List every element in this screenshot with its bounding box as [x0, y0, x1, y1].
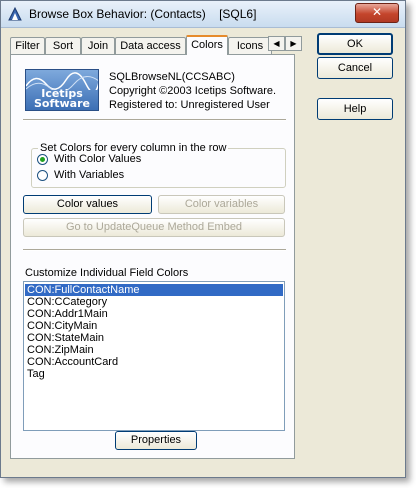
- tab-icons[interactable]: Icons: [228, 37, 272, 55]
- cancel-button[interactable]: Cancel: [317, 57, 393, 79]
- list-item[interactable]: CON:ZipMain: [25, 344, 283, 356]
- list-item[interactable]: CON:Addr1Main: [25, 308, 283, 320]
- icetips-logo: Icetips Software: [25, 69, 99, 111]
- help-button[interactable]: Help: [317, 98, 393, 120]
- field-colors-label: Customize Individual Field Colors: [25, 267, 189, 279]
- copyright-text: Copyright ©2003 Icetips Software.: [109, 85, 277, 97]
- tab-scroll-arrows: ◀ ▶: [268, 36, 302, 51]
- title-bar[interactable]: Browse Box Behavior: (Contacts) [SQL6] ✕: [1, 1, 405, 28]
- colors-tab-panel: Icetips Software SQLBrowseNL(CCSABC) Cop…: [10, 54, 295, 459]
- radio-with-variables[interactable]: With Variables: [37, 168, 124, 182]
- ok-button[interactable]: OK: [317, 33, 393, 55]
- app-icon: [8, 6, 22, 21]
- tab-sort[interactable]: Sort: [45, 37, 81, 55]
- tab-strip: Filter Sort Join Data access Colors Icon…: [10, 35, 305, 55]
- list-item[interactable]: CON:StateMain: [25, 332, 283, 344]
- properties-button[interactable]: Properties: [115, 431, 197, 450]
- field-colors-listbox[interactable]: CON:FullContactName CON:CCategory CON:Ad…: [23, 281, 285, 431]
- list-item[interactable]: CON:AccountCard: [25, 356, 283, 368]
- tab-label: Data access: [120, 40, 181, 52]
- separator: [23, 119, 286, 121]
- registered-text: Registered to: Unregistered User: [109, 99, 270, 111]
- radio-unchecked-icon: [37, 169, 48, 181]
- tab-label: Sort: [52, 40, 74, 52]
- list-item[interactable]: CON:CityMain: [25, 320, 283, 332]
- tab-filter[interactable]: Filter: [10, 37, 45, 55]
- dialog-window: Browse Box Behavior: (Contacts) [SQL6] ✕…: [0, 0, 406, 478]
- color-variables-button[interactable]: Color variables: [158, 195, 285, 214]
- tab-label: Colors: [191, 39, 223, 51]
- color-values-button[interactable]: Color values: [23, 195, 152, 214]
- window-title: Browse Box Behavior: (Contacts) [SQL6]: [29, 7, 257, 21]
- goto-embed-button[interactable]: Go to UpdateQueue Method Embed: [23, 218, 285, 237]
- product-name: SQLBrowseNL(CCSABC): [109, 71, 235, 83]
- tab-join[interactable]: Join: [81, 37, 115, 55]
- radio-label: With Color Values: [54, 153, 142, 165]
- logo-line2: Software: [34, 97, 90, 110]
- list-item[interactable]: CON:CCategory: [25, 296, 283, 308]
- tab-scroll-left-icon[interactable]: ◀: [268, 36, 285, 51]
- close-button[interactable]: ✕: [355, 3, 399, 23]
- tab-scroll-right-icon[interactable]: ▶: [285, 36, 302, 51]
- tab-label: Filter: [15, 40, 40, 52]
- separator: [23, 249, 286, 251]
- list-item[interactable]: CON:FullContactName: [25, 284, 283, 296]
- radio-label: With Variables: [54, 169, 125, 181]
- radio-checked-icon: [37, 153, 48, 165]
- radio-with-color-values[interactable]: With Color Values: [37, 152, 141, 166]
- tab-data-access[interactable]: Data access: [115, 37, 186, 55]
- tab-label: Join: [87, 40, 109, 52]
- tab-colors[interactable]: Colors: [186, 35, 228, 55]
- list-item[interactable]: Tag: [25, 368, 283, 380]
- tab-label: Icons: [236, 40, 264, 52]
